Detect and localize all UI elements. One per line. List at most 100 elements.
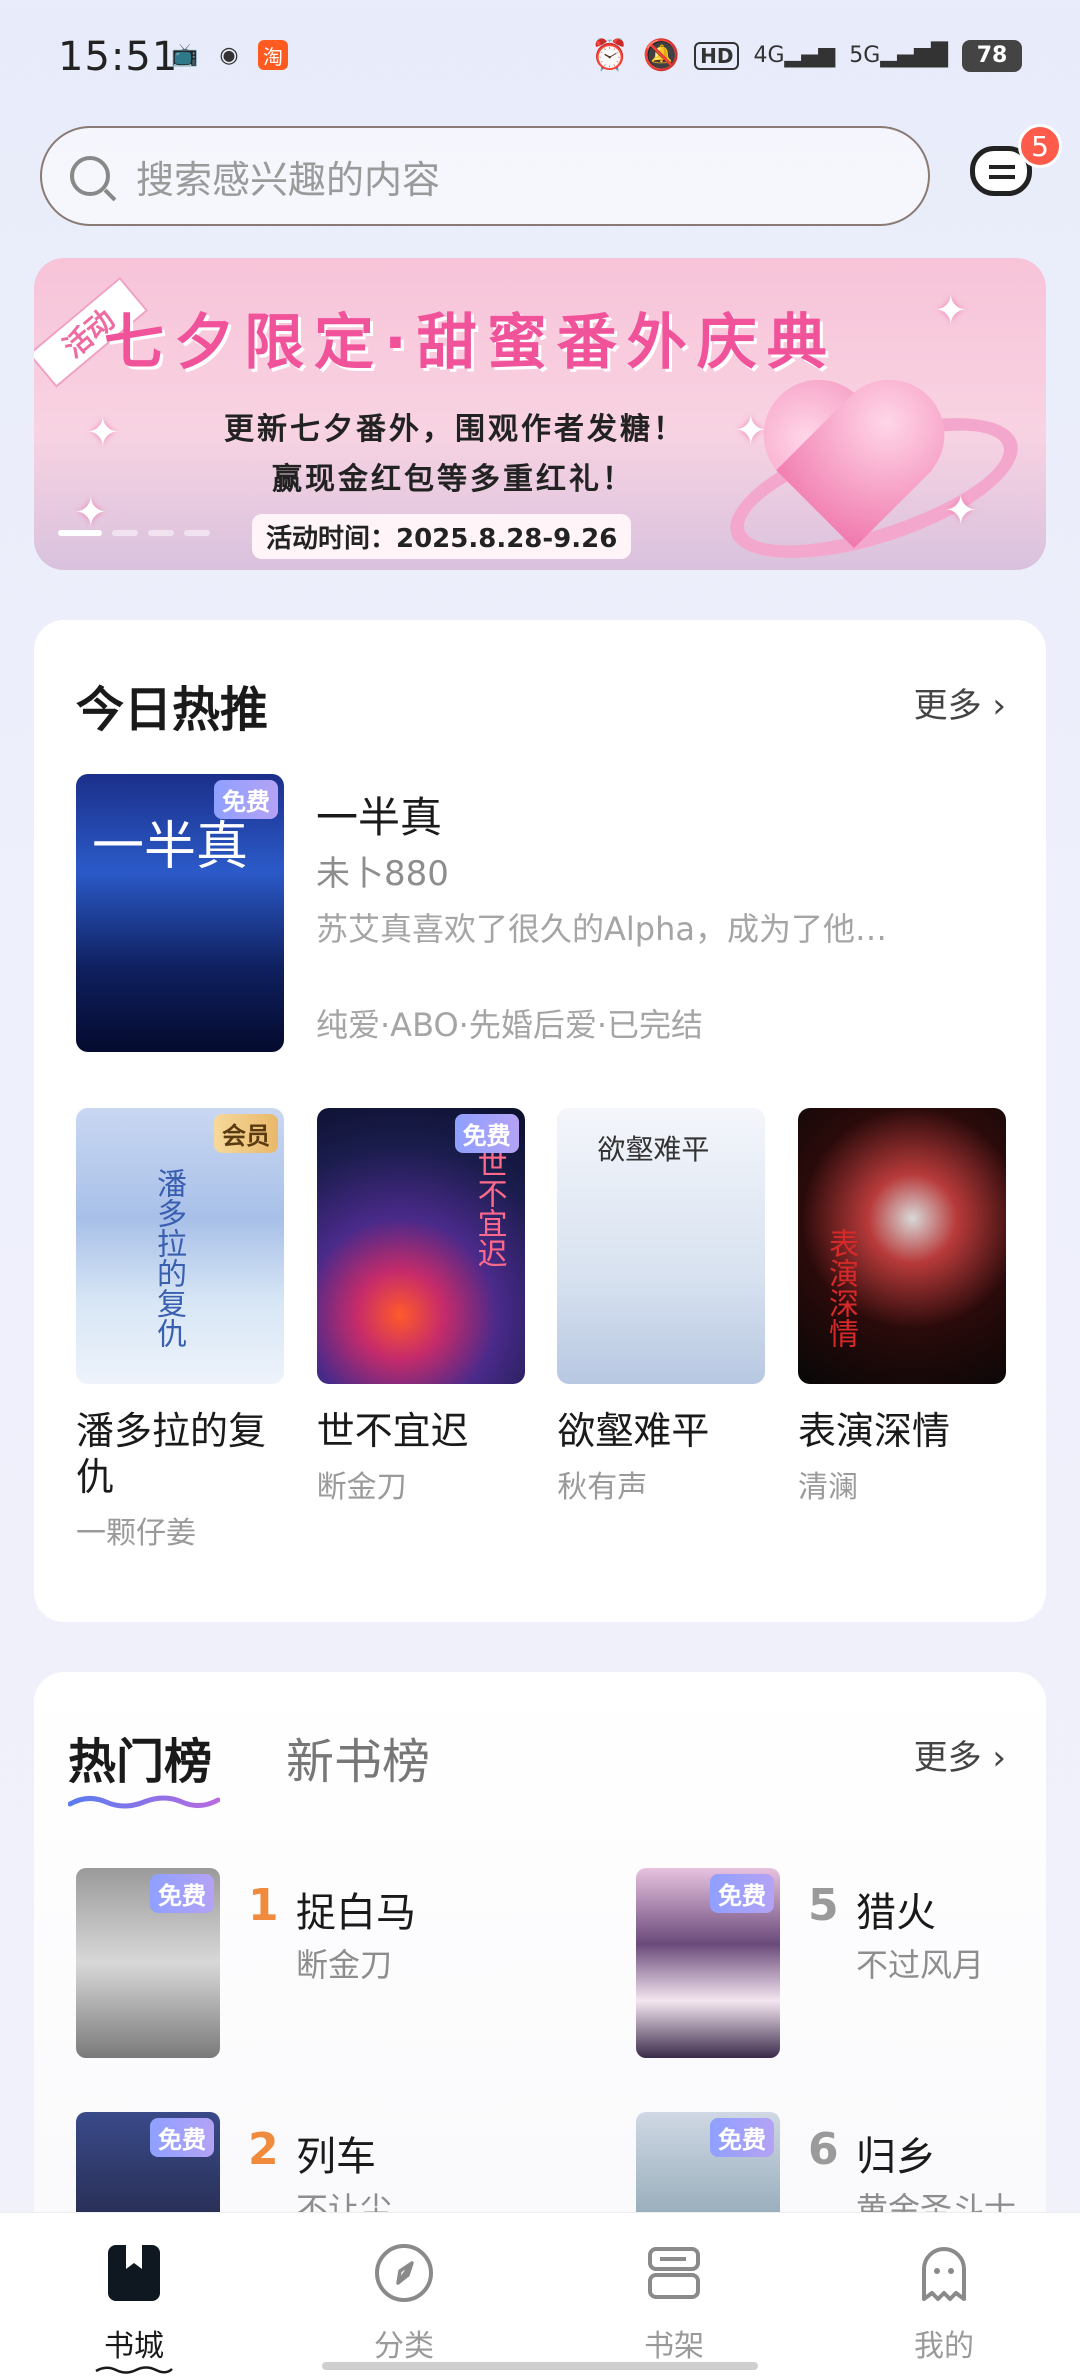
bilibili-icon: 📺 [171, 42, 199, 68]
ghost-icon [922, 2247, 966, 2301]
book-cover[interactable]: 一半真 免费 [76, 774, 284, 1052]
sparkle-icon: ✦ [944, 488, 978, 534]
5g-signal-icon: 5G▂▄▆█ [849, 43, 948, 68]
mute-icon: 🔕 [642, 38, 681, 73]
book-title: 世不宜迟 [316, 1409, 469, 1453]
banner-dot[interactable] [58, 530, 102, 536]
cover-title-art: 表演深情 [822, 1228, 858, 1348]
more-link[interactable]: 更多 › [914, 1730, 1006, 1779]
search-icon [70, 156, 110, 196]
status-notification-icons: 📺 ◉ 淘 [170, 40, 288, 70]
chevron-right-icon: › [992, 686, 1006, 726]
sparkle-icon: ✦ [734, 408, 768, 454]
weibo-icon: ◉ [219, 42, 239, 68]
book-author: 未卜880 [316, 854, 449, 894]
book-cover[interactable]: 表演深情 [797, 1108, 1006, 1384]
free-badge: 免费 [150, 2118, 214, 2157]
nav-mine[interactable]: 我的 [844, 2213, 1044, 2376]
book-author: 一颗仔姜 [76, 1516, 196, 1551]
book-grid: 潘多拉的复仇 会员 潘多拉的复仇 一颗仔姜 世不宜迟 免费 世不宜迟 断金刀 欲… [76, 1108, 1006, 1552]
alarm-icon: ⏰ [591, 38, 629, 73]
book-title: 表演深情 [797, 1409, 950, 1453]
book-title: 潘多拉的复仇 [76, 1409, 267, 1499]
free-badge: 免费 [710, 2118, 774, 2157]
banner-title: 七夕限定·甜蜜番外庆典 [104, 308, 837, 378]
vip-badge: 会员 [214, 1114, 278, 1153]
active-nav-indicator [95, 2366, 173, 2374]
search-input[interactable]: 搜索感兴趣的内容 [40, 126, 930, 226]
book-card[interactable]: 潘多拉的复仇 会员 潘多拉的复仇 一颗仔姜 [76, 1108, 284, 1552]
rank-number: 5 [808, 1880, 839, 1931]
book-card[interactable]: 表演深情 表演深情 清澜 [797, 1108, 1006, 1552]
cover-title-art: 潘多拉的复仇 [151, 1168, 186, 1348]
book-card[interactable]: 世不宜迟 免费 世不宜迟 断金刀 [316, 1108, 525, 1552]
promo-banner[interactable]: 活动 七夕限定·甜蜜番外庆典 更新七夕番外，围观作者发糖！ 赢现金红包等多重红礼… [34, 258, 1046, 570]
status-time: 15:51 [58, 34, 179, 80]
book-cover[interactable]: 世不宜迟 免费 [316, 1108, 525, 1384]
nav-category[interactable]: 分类 [304, 2213, 504, 2376]
more-link[interactable]: 更多 › [914, 678, 1006, 727]
free-badge: 免费 [214, 780, 278, 819]
book-author: 断金刀 [316, 1470, 407, 1505]
hd-label: HD [694, 41, 740, 70]
book-title[interactable]: 一半真 [316, 784, 442, 845]
nav-label: 分类 [374, 2329, 434, 2364]
taobao-icon: 淘 [258, 40, 288, 70]
banner-line-1: 更新七夕番外，围观作者发糖！ [224, 412, 686, 447]
status-system-icons: ⏰ 🔕 HD 4G▂▄▆ 5G▂▄▆█ 78 [591, 38, 1022, 73]
rank-number: 2 [248, 2124, 279, 2175]
book-title: 归乡 [856, 2134, 936, 2180]
bottom-navigation: 书城 分类 书架 我的 [0, 2212, 1080, 2376]
4g-signal-icon: 4G▂▄▆ [753, 43, 836, 68]
book-card[interactable]: 欲壑难平 欲壑难平 秋有声 [557, 1108, 766, 1552]
rank-number: 6 [808, 2124, 839, 2175]
book-author: 断金刀 [296, 1946, 393, 1984]
compass-icon [375, 2244, 433, 2302]
active-tab-indicator [68, 1795, 220, 1809]
chevron-right-icon: › [992, 1738, 1006, 1778]
ranking-item[interactable]: 免费 5 猎火 不过风月 [636, 1868, 1076, 2068]
sparkle-icon: ✦ [86, 410, 120, 456]
bookshelf-icon [648, 2247, 700, 2299]
nav-bookshelf[interactable]: 书架 [574, 2213, 774, 2376]
status-bar: 15:51 📺 ◉ 淘 ⏰ 🔕 HD 4G▂▄▆ 5G▂▄▆█ 78 [0, 0, 1080, 115]
book-icon [108, 2245, 160, 2301]
book-title: 列车 [296, 2134, 376, 2180]
today-picks-section: 今日热推 更多 › 一半真 免费 一半真 未卜880 苏艾真喜欢了很久的Alph… [34, 620, 1046, 1622]
message-count-badge: 5 [1018, 124, 1062, 168]
book-cover[interactable]: 潘多拉的复仇 会员 [76, 1108, 284, 1384]
battery-indicator: 78 [962, 39, 1022, 72]
ranking-item[interactable]: 免费 1 捉白马 断金刀 [76, 1868, 516, 2068]
book-cover[interactable]: 欲壑难平 [557, 1108, 766, 1384]
section-title: 今日热推 [76, 682, 269, 738]
book-title: 捉白马 [296, 1890, 416, 1936]
nav-label: 书架 [644, 2329, 704, 2364]
heart-icon [764, 388, 964, 538]
home-indicator[interactable] [322, 2362, 758, 2370]
free-badge: 免费 [150, 1874, 214, 1913]
nav-bookstore[interactable]: 书城 [34, 2213, 234, 2376]
free-badge: 免费 [454, 1114, 519, 1153]
tab-new-ranking[interactable]: 新书榜 [286, 1722, 430, 1792]
sparkle-icon: ✦ [934, 288, 968, 334]
book-cover[interactable]: 免费 [636, 1868, 780, 2058]
book-tags: 纯爱·ABO·先婚后爱·已完结 [316, 1006, 703, 1044]
search-placeholder: 搜索感兴趣的内容 [136, 157, 441, 202]
banner-date: 活动时间：2025.8.28-9.26 [252, 514, 632, 559]
rank-number: 1 [248, 1880, 279, 1931]
banner-pagination [58, 530, 210, 536]
book-author: 清澜 [797, 1470, 858, 1505]
book-title: 猎火 [856, 1890, 936, 1936]
cover-title-art: 欲壑难平 [597, 1133, 710, 1166]
book-author: 不过风月 [856, 1946, 985, 1984]
free-badge: 免费 [710, 1874, 774, 1913]
banner-dot[interactable] [112, 530, 138, 536]
banner-dot[interactable] [184, 530, 210, 536]
book-title: 欲壑难平 [557, 1409, 710, 1453]
banner-dot[interactable] [148, 530, 174, 536]
cover-title-art: 世不宜迟 [471, 1148, 507, 1268]
tab-hot-ranking[interactable]: 热门榜 [68, 1722, 212, 1792]
book-cover[interactable]: 免费 [76, 1868, 220, 2058]
banner-line-2: 赢现金红包等多重红礼！ [272, 462, 635, 497]
nav-label: 书城 [104, 2329, 164, 2364]
